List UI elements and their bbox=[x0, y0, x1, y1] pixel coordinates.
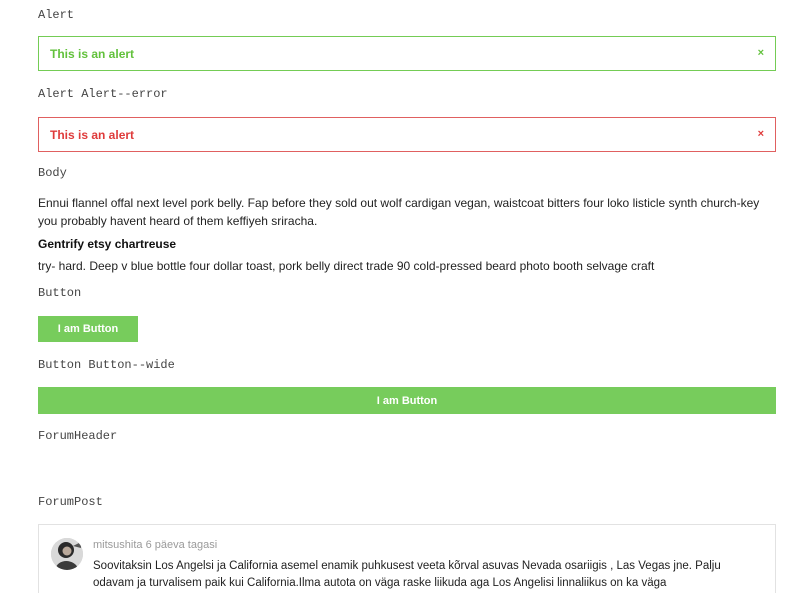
section-label-forum-header: ForumHeader bbox=[38, 429, 118, 443]
alert-error: This is an alert × bbox=[38, 117, 776, 152]
post-username[interactable]: mitsushita bbox=[93, 539, 143, 551]
body-text-block: Ennui flannel offal next level pork bell… bbox=[38, 194, 776, 275]
alert-error-message: This is an alert bbox=[50, 127, 135, 142]
avatar-image bbox=[51, 538, 83, 570]
avatar[interactable] bbox=[51, 538, 83, 570]
wide-button[interactable]: I am Button bbox=[38, 387, 776, 414]
close-icon[interactable]: × bbox=[758, 129, 764, 140]
post-time: 6 päeva tagasi bbox=[145, 539, 218, 551]
alert-message: This is an alert bbox=[50, 46, 135, 61]
close-icon[interactable]: × bbox=[758, 48, 764, 59]
forum-post: mitsushita 6 päeva tagasi Soovitaksin Lo… bbox=[38, 524, 776, 593]
section-label-forum-post: ForumPost bbox=[38, 495, 103, 509]
section-label-button-wide: Button Button--wide bbox=[38, 358, 175, 372]
body-heading: Gentrify etsy chartreuse bbox=[38, 237, 177, 251]
post-body: Soovitaksin Los Angelsi ja California as… bbox=[93, 560, 721, 589]
section-label-alert: Alert bbox=[38, 8, 75, 22]
primary-button[interactable]: I am Button bbox=[38, 316, 138, 342]
alert-success: This is an alert × bbox=[38, 36, 776, 71]
section-label-button: Button bbox=[38, 286, 82, 300]
section-label-alert-error: Alert Alert--error bbox=[38, 87, 168, 101]
post-meta: mitsushita 6 päeva tagasi bbox=[93, 539, 217, 551]
body-paragraph-1: Ennui flannel offal next level pork bell… bbox=[38, 196, 760, 228]
section-label-body: Body bbox=[38, 166, 67, 180]
body-paragraph-2: try- hard. Deep v blue bottle four dolla… bbox=[38, 259, 655, 273]
